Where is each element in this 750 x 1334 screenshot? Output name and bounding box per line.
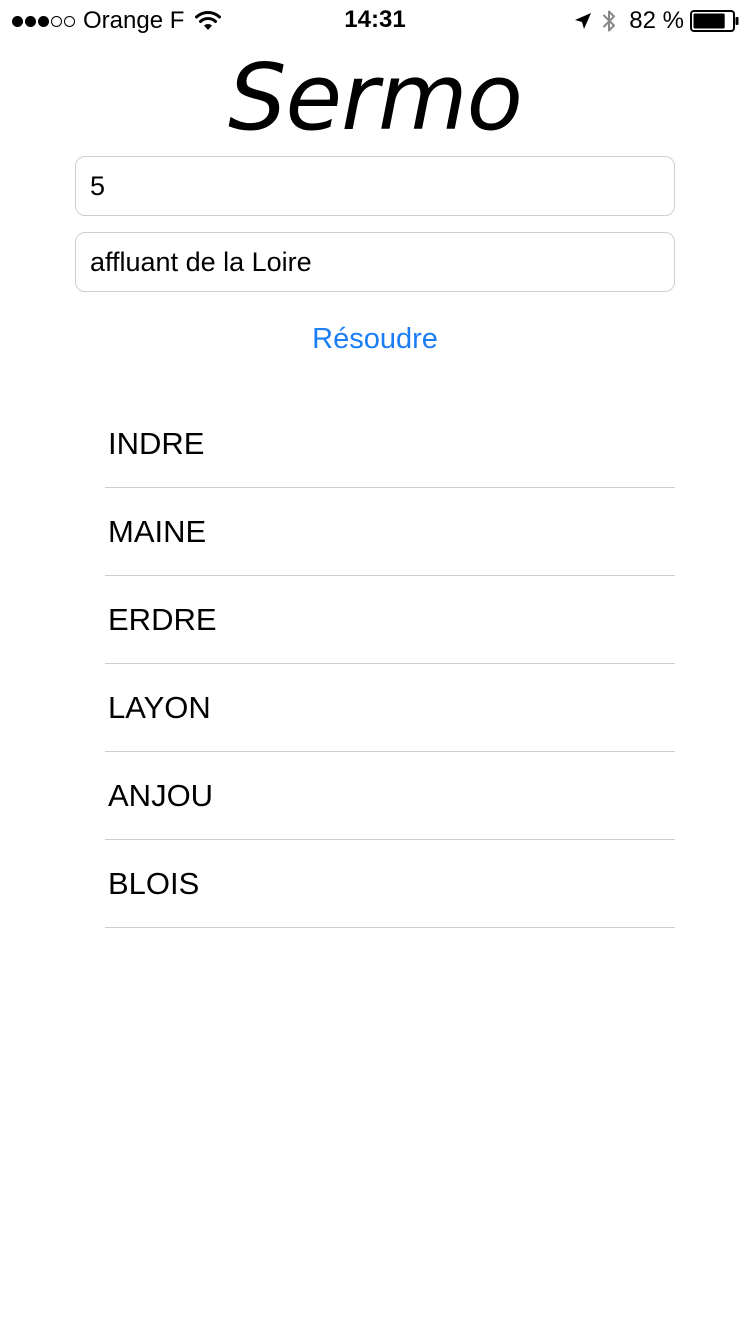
- result-item[interactable]: BLOIS: [105, 840, 675, 928]
- result-item[interactable]: MAINE: [105, 488, 675, 576]
- signal-dot: [25, 15, 36, 27]
- signal-dot: [64, 15, 75, 27]
- status-bar: Orange F 14:31 82 %: [0, 0, 750, 40]
- results-list: INDRE MAINE ERDRE LAYON ANJOU BLOIS: [105, 400, 675, 928]
- definition-input[interactable]: [75, 232, 675, 292]
- wifi-icon: [195, 11, 222, 30]
- status-bar-left: Orange F: [12, 7, 222, 35]
- solve-button[interactable]: Résoudre: [0, 318, 750, 360]
- word-length-input[interactable]: [75, 156, 675, 216]
- carrier-name: Orange F: [83, 7, 185, 34]
- result-item[interactable]: INDRE: [105, 400, 675, 488]
- battery-icon: [690, 10, 739, 32]
- result-item[interactable]: ANJOU: [105, 752, 675, 840]
- bluetooth-icon: [603, 10, 616, 32]
- signal-dot: [38, 15, 49, 27]
- signal-dot: [51, 15, 62, 27]
- battery-percentage: 82 %: [629, 7, 684, 34]
- signal-strength-icon: [12, 15, 75, 27]
- status-bar-right: 82 %: [573, 7, 740, 35]
- signal-dot: [12, 15, 23, 27]
- app-title: Sermo: [228, 44, 523, 151]
- result-item[interactable]: LAYON: [105, 664, 675, 752]
- result-item[interactable]: ERDRE: [105, 576, 675, 664]
- location-arrow-icon: [575, 13, 592, 29]
